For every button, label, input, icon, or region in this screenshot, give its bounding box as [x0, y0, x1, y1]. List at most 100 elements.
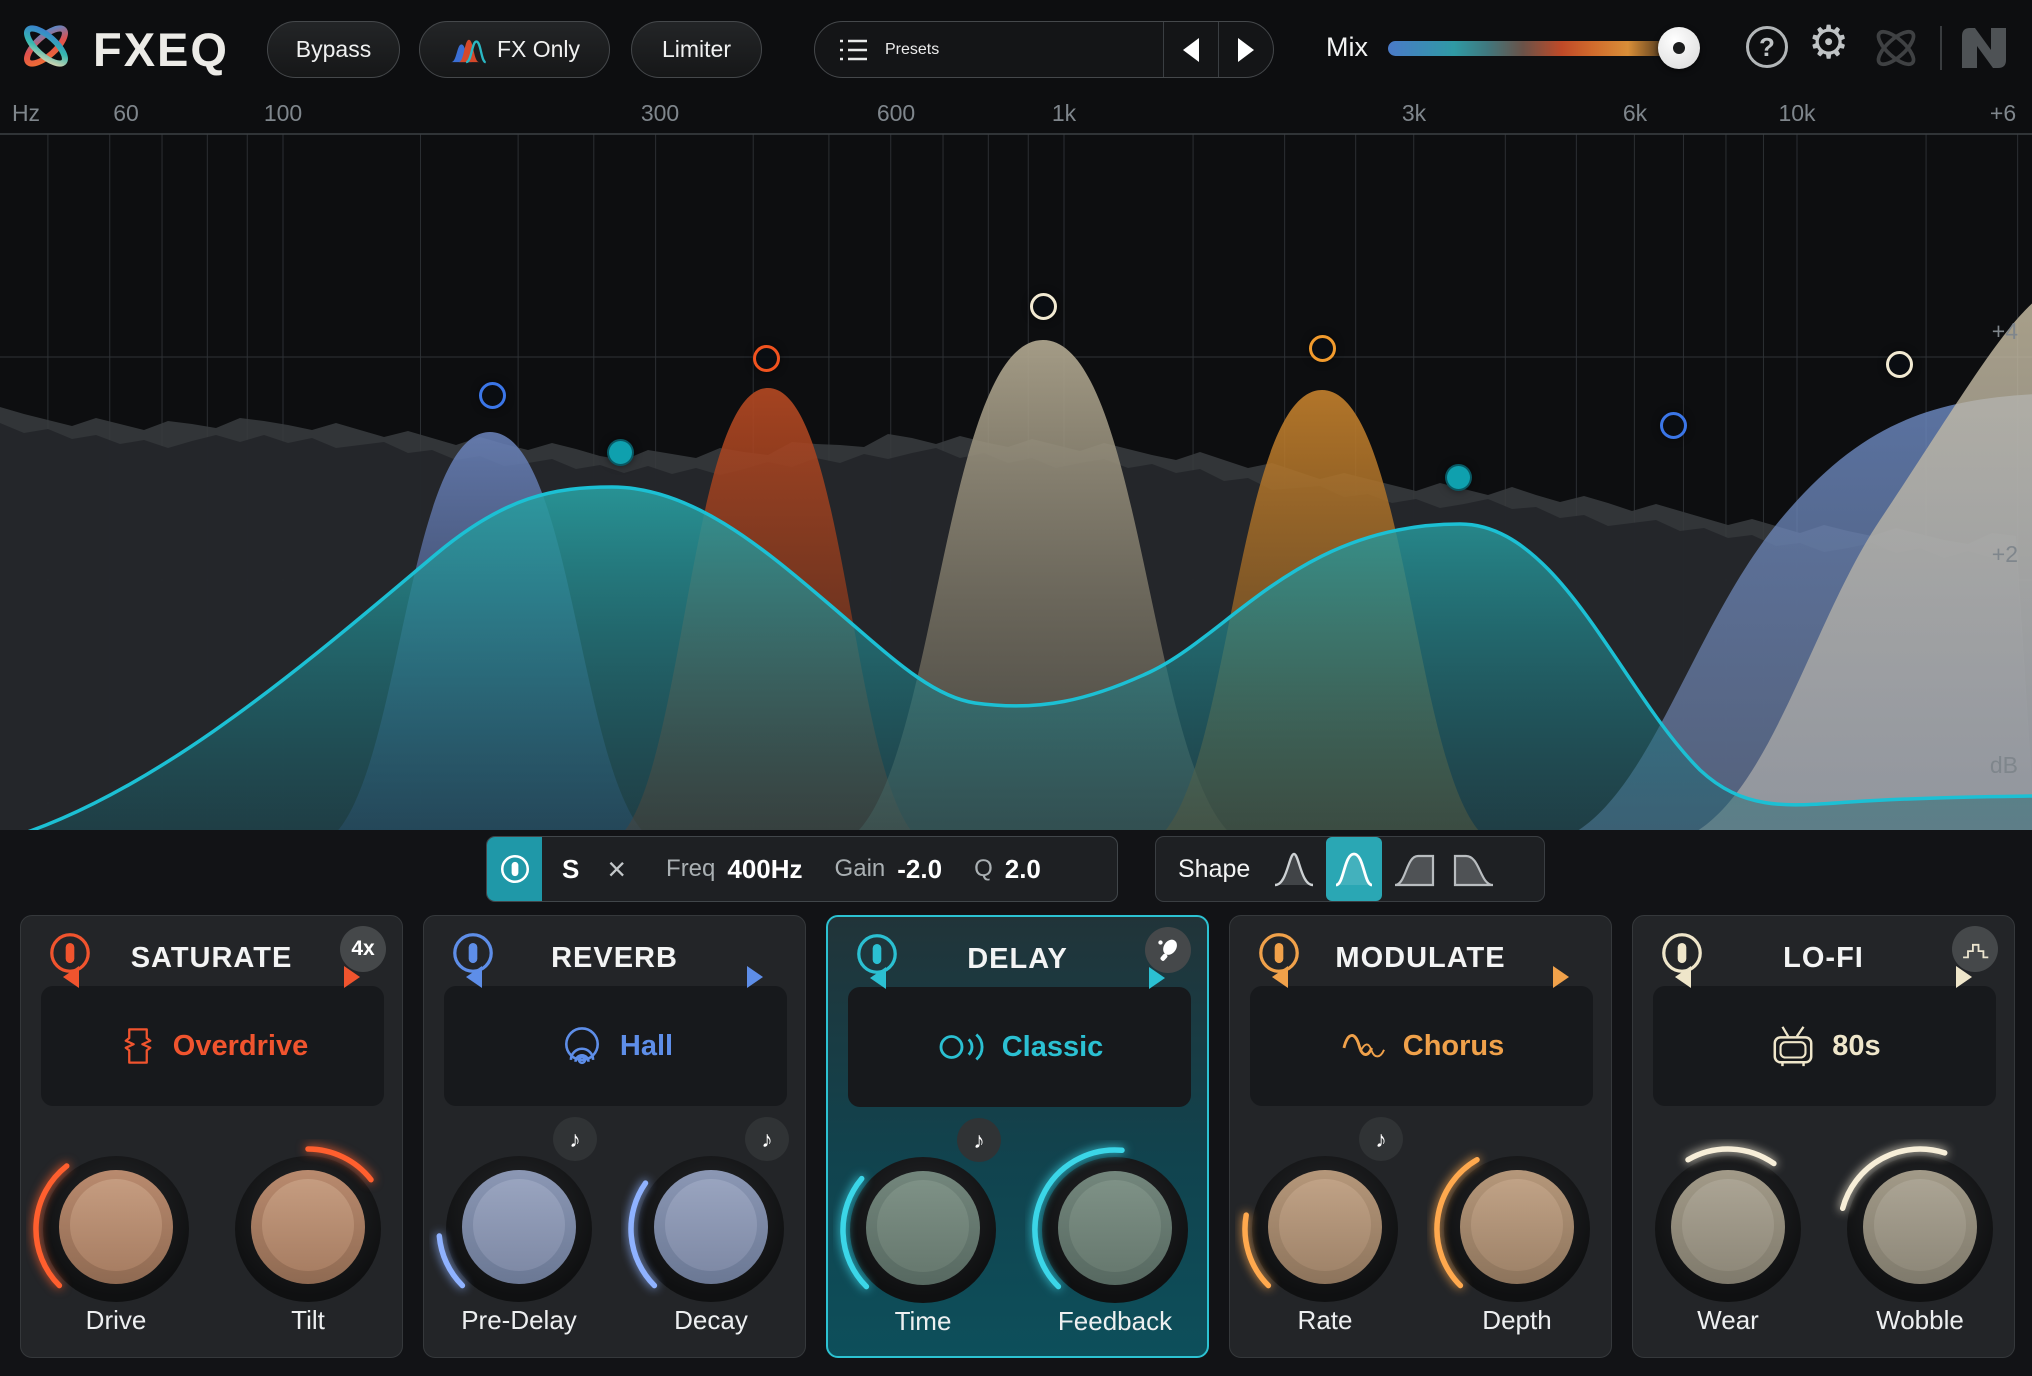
wobble-knob[interactable] [1830, 1139, 2010, 1319]
mix-slider-handle[interactable] [1658, 27, 1700, 69]
eq-band-node-5[interactable] [1309, 335, 1336, 362]
shape-label: Shape [1178, 854, 1251, 883]
bypass-label: Bypass [295, 36, 372, 62]
wear-knob[interactable] [1638, 1139, 1818, 1319]
bypass-button[interactable]: Bypass [267, 21, 400, 78]
knob-value-arc [1242, 1212, 1272, 1289]
pre-delay-knob[interactable] [429, 1139, 609, 1319]
tempo-sync-note-icon[interactable]: ♪ [1359, 1117, 1403, 1161]
settings-gear-icon[interactable]: ⚙ [1808, 15, 1849, 69]
ni-logo [1962, 28, 2006, 68]
preset-next-button[interactable] [1219, 22, 1273, 77]
left-arrow-icon [1183, 37, 1199, 62]
prev-type-button[interactable] [63, 966, 79, 988]
tempo-sync-note-icon[interactable]: ♪ [957, 1118, 1001, 1162]
limiter-button[interactable]: Limiter [631, 21, 762, 78]
fxeq-knot-logo-icon [24, 25, 68, 67]
freq-caption: Freq [666, 855, 716, 882]
module-panel-saturate[interactable]: SATURATE 4x Overdrive Drive Tilt [20, 915, 403, 1358]
knob-value-arc [1685, 1146, 1777, 1167]
shape-option-shelf-down-icon[interactable] [1446, 837, 1502, 901]
gain-caption: Gain [834, 855, 886, 882]
q-value[interactable]: 2.0 [1005, 854, 1041, 885]
next-type-button[interactable] [1553, 966, 1569, 988]
overdrive-icon [117, 1023, 159, 1069]
shape-option-wide-bell-icon[interactable] [1326, 837, 1383, 901]
eq-band-node-8[interactable] [1886, 351, 1913, 378]
knob-value-arc [628, 1180, 658, 1289]
module-type-label: Overdrive [172, 1029, 309, 1062]
module-panel-modulate[interactable]: MODULATE Chorus ♪ Rate Depth [1229, 915, 1612, 1358]
module-type-label: Hall [619, 1029, 674, 1062]
eq-band-node-7[interactable] [1660, 412, 1687, 439]
knob-label: Feedback [1057, 1306, 1173, 1336]
prev-type-button[interactable] [870, 967, 886, 989]
prev-type-button[interactable] [466, 966, 482, 988]
delay-icon [936, 1026, 988, 1068]
freq-value[interactable]: 400Hz [727, 854, 802, 885]
next-type-button[interactable] [344, 966, 360, 988]
eq-band-node-4[interactable] [1030, 293, 1057, 320]
module-type-label: 80s [1832, 1029, 1881, 1062]
eq-band-node-3[interactable] [753, 345, 780, 372]
shape-selector-bar: Shape [1155, 836, 1545, 902]
eq-band-node-2[interactable] [607, 439, 634, 466]
band-editor-bar: S × Freq 400Hz Gain -2.0 Q 2.0 [486, 836, 1118, 902]
drive-knob[interactable] [26, 1139, 206, 1319]
shape-option-narrow-bell-icon[interactable] [1266, 837, 1322, 901]
knob-label: Drive [85, 1305, 147, 1335]
tilt-knob[interactable] [218, 1139, 398, 1319]
mix-label: Mix [1326, 32, 1368, 62]
help-icon[interactable]: ? [1746, 26, 1788, 68]
module-panel-lo-fi[interactable]: LO-FI 80s Wear Wobble [1632, 915, 2015, 1358]
module-panel-reverb[interactable]: REVERB Hall ♪ Pre-Delay ♪ Decay [423, 915, 806, 1358]
decay-knob[interactable] [621, 1139, 801, 1319]
fx-only-button[interactable]: FX Only [419, 21, 610, 78]
presets-label: Presets [885, 40, 940, 58]
tv-icon [1768, 1023, 1818, 1069]
presets-dropdown[interactable]: Presets [814, 21, 1274, 78]
module-type-selector: Chorus [1250, 986, 1593, 1106]
module-type-selector: Classic [848, 987, 1191, 1107]
next-type-button[interactable] [1956, 966, 1972, 988]
shape-option-shelf-up-icon[interactable] [1386, 837, 1442, 901]
knob-label: Time [894, 1306, 952, 1336]
knob-value-arc [305, 1146, 374, 1183]
module-type-label: Chorus [1402, 1029, 1505, 1062]
knob-value-arc [1839, 1146, 1948, 1212]
knob-label: Rate [1297, 1305, 1353, 1335]
preset-prev-button[interactable] [1164, 22, 1218, 77]
depth-knob[interactable] [1427, 1139, 1607, 1319]
knob-value-arc [33, 1163, 70, 1289]
chorus-icon [1339, 1025, 1389, 1067]
knob-value-arc [1434, 1156, 1480, 1289]
time-knob[interactable] [833, 1140, 1013, 1320]
knob-value-arc [1032, 1147, 1125, 1290]
knob-label: Wobble [1876, 1305, 1964, 1335]
next-type-button[interactable] [1149, 967, 1165, 989]
module-type-label: Classic [1001, 1030, 1104, 1063]
mix-slider[interactable] [1388, 41, 1688, 56]
eq-band-node-6[interactable] [1445, 464, 1472, 491]
prev-type-button[interactable] [1675, 966, 1691, 988]
knob-label: Wear [1697, 1305, 1759, 1335]
prev-type-button[interactable] [1272, 966, 1288, 988]
power-icon [500, 854, 529, 884]
module-panel-delay[interactable]: DELAY Classic ♪ Time Feedback [826, 915, 1209, 1358]
knob-label: Depth [1482, 1305, 1552, 1335]
module-type-selector: Hall [444, 986, 787, 1106]
feedback-knob[interactable] [1025, 1140, 1205, 1320]
band-power-button[interactable] [487, 837, 542, 901]
gain-value[interactable]: -2.0 [897, 854, 942, 885]
q-caption: Q [974, 855, 993, 882]
list-icon [840, 39, 867, 60]
tempo-sync-note-icon[interactable]: ♪ [745, 1117, 789, 1161]
next-type-button[interactable] [747, 966, 763, 988]
rate-knob[interactable] [1235, 1139, 1415, 1319]
izotope-knot-icon[interactable] [1872, 22, 1920, 74]
tempo-sync-note-icon[interactable]: ♪ [553, 1117, 597, 1161]
app-title: FXEQ [93, 23, 229, 76]
band-solo-button[interactable]: S [562, 854, 579, 885]
eq-band-node-1[interactable] [479, 382, 506, 409]
limiter-label: Limiter [661, 36, 731, 62]
